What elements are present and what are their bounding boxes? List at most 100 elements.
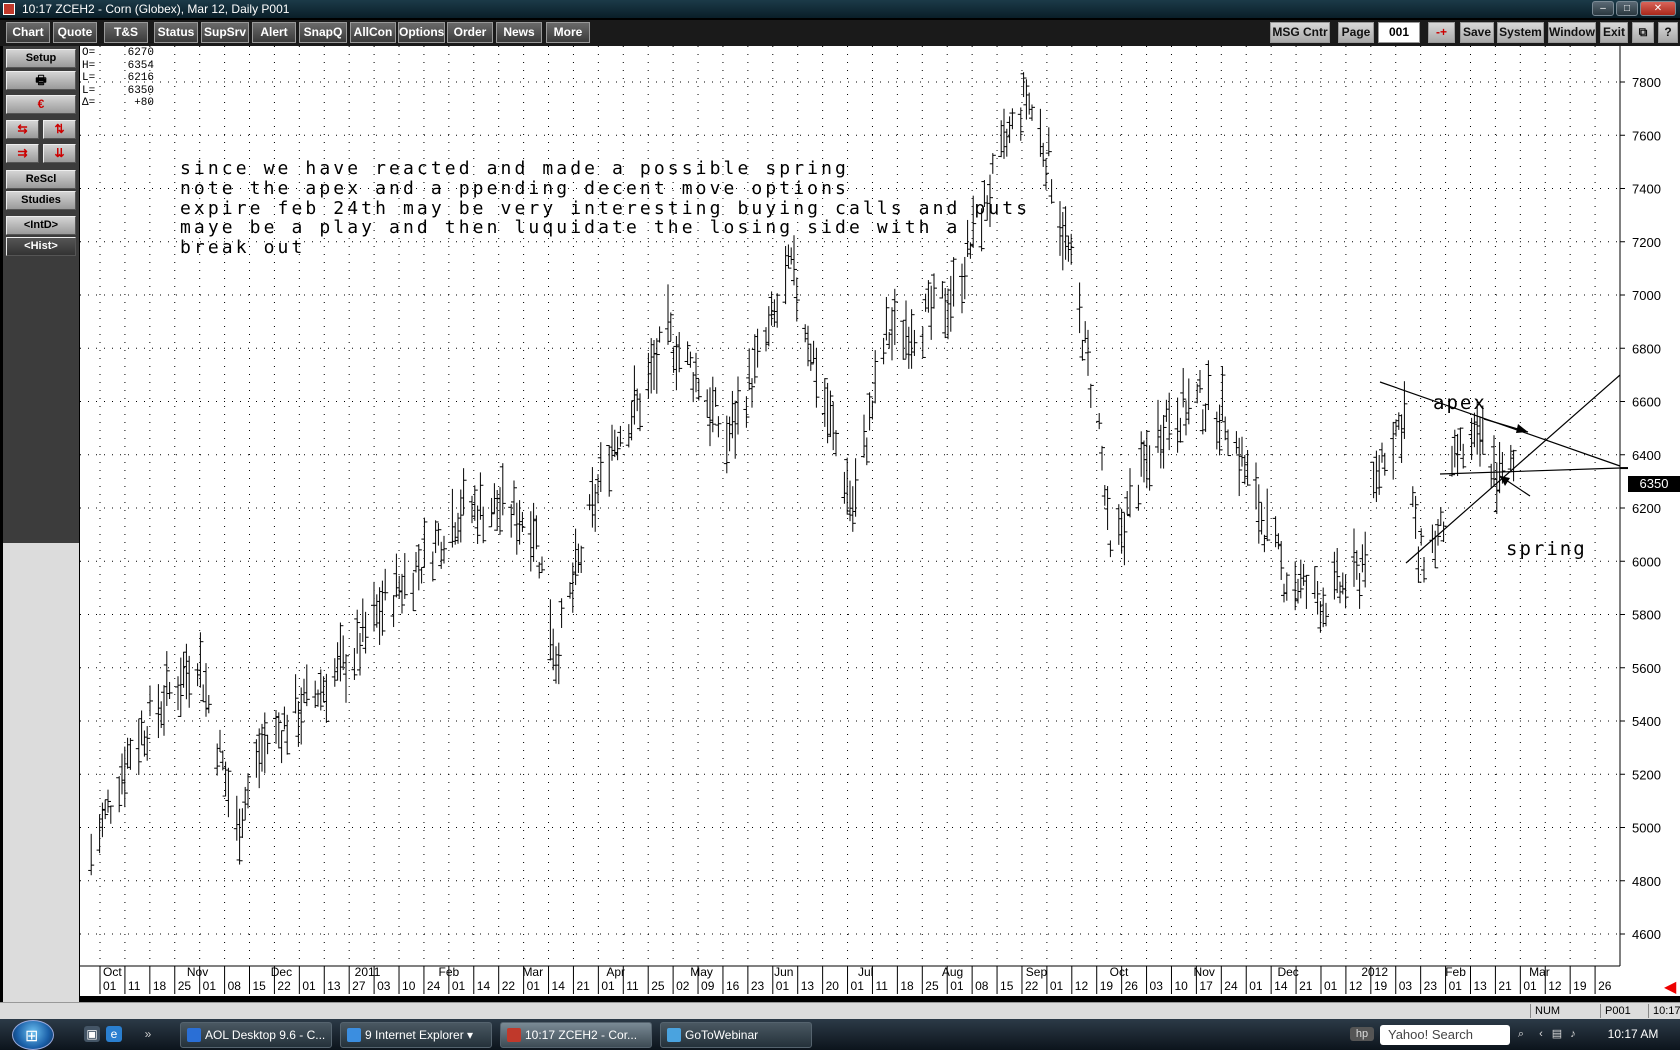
app-icon bbox=[3, 3, 15, 15]
y-tick-label: 4600 bbox=[1632, 927, 1661, 942]
x-day-label: 17 bbox=[1199, 979, 1213, 993]
x-month-label: Apr bbox=[606, 965, 625, 979]
toolbar-system-button[interactable]: System bbox=[1497, 22, 1544, 43]
ohlc-key: O= bbox=[82, 47, 96, 59]
toolbar-snapq-button[interactable]: SnapQ bbox=[299, 22, 347, 43]
x-day-label: 13 bbox=[801, 979, 815, 993]
toolbar-quote-button[interactable]: Quote bbox=[53, 22, 97, 43]
num-lock-indicator: NUM bbox=[1530, 1004, 1575, 1018]
y-tick-label: 5000 bbox=[1632, 821, 1661, 836]
x-day-label: 12 bbox=[1548, 979, 1562, 993]
maximize-button[interactable]: □ bbox=[1616, 1, 1638, 16]
ohlc-row: L= 6216 bbox=[82, 72, 154, 85]
toolbar-order-button[interactable]: Order bbox=[447, 22, 493, 43]
intraday-button[interactable]: <IntD> bbox=[6, 216, 76, 235]
minimize-button[interactable]: – bbox=[1592, 1, 1614, 16]
taskbar-clock[interactable]: 10:17 AM bbox=[1590, 1019, 1676, 1050]
x-day-label: 24 bbox=[427, 979, 441, 993]
ohlc-key: L= bbox=[82, 84, 96, 97]
printer-icon[interactable]: 🖶 bbox=[6, 71, 76, 90]
toolbar-news-button[interactable]: News bbox=[496, 22, 542, 43]
toolbar-supsrv-button[interactable]: SupSrv bbox=[201, 22, 249, 43]
cqg-icon bbox=[507, 1028, 521, 1042]
more-quicklaunch-icon[interactable]: » bbox=[140, 1026, 156, 1042]
studies-button[interactable]: Studies bbox=[6, 191, 76, 210]
x-day-label: 16 bbox=[726, 979, 740, 993]
toolbar-status-button[interactable]: Status bbox=[154, 22, 198, 43]
x-month-label: Jun bbox=[774, 965, 793, 979]
x-day-label: 25 bbox=[925, 979, 939, 993]
x-month-label: Feb bbox=[1445, 965, 1466, 979]
task-internet-explorer[interactable]: 9 Internet Explorer ▾ bbox=[340, 1022, 492, 1048]
x-day-label: 14 bbox=[552, 979, 566, 993]
msg-center-button[interactable]: MSG Cntr bbox=[1270, 22, 1330, 43]
x-day-label: 19 bbox=[1374, 979, 1388, 993]
setup-button[interactable]: Setup bbox=[6, 49, 76, 68]
windows-orb-icon[interactable]: ⊞ bbox=[12, 1020, 54, 1050]
toolbar-alert-button[interactable]: Alert bbox=[252, 22, 296, 43]
tray-expand-icon[interactable]: ‹ bbox=[1534, 1027, 1548, 1041]
x-day-label: 13 bbox=[1473, 979, 1487, 993]
x-day-label: 01 bbox=[527, 979, 541, 993]
eraser-icon[interactable]: € bbox=[6, 95, 76, 114]
y-tick-label: 5400 bbox=[1632, 714, 1661, 729]
x-day-label: 03 bbox=[377, 979, 391, 993]
ohlc-value: 6350 bbox=[127, 84, 154, 97]
x-month-label: May bbox=[690, 965, 713, 979]
toolbar-allcon-button[interactable]: AllCon bbox=[350, 22, 396, 43]
search-icon[interactable]: ⌕ bbox=[1514, 1027, 1528, 1041]
ohlc-value: 6216 bbox=[127, 72, 154, 84]
x-day-label: 01 bbox=[1523, 979, 1537, 993]
hp-icon[interactable]: hp bbox=[1350, 1027, 1374, 1041]
ie-icon bbox=[347, 1028, 361, 1042]
show-desktop-icon[interactable]: ▣ bbox=[84, 1026, 100, 1042]
x-day-label: 01 bbox=[203, 979, 217, 993]
y-tick-label: 4800 bbox=[1632, 874, 1661, 889]
x-day-label: 21 bbox=[1498, 979, 1512, 993]
help-button[interactable]: ? bbox=[1658, 22, 1678, 43]
ie-quicklaunch-icon[interactable]: e bbox=[106, 1026, 122, 1042]
swap-vertical-icon[interactable]: ⇅ bbox=[43, 120, 76, 139]
task-aol-desktop[interactable]: AOL Desktop 9.6 - C... bbox=[180, 1022, 332, 1048]
x-day-label: 02 bbox=[676, 979, 690, 993]
compress-horizontal-icon[interactable]: ⇉ bbox=[6, 144, 39, 163]
toolbar-chart-button[interactable]: Chart bbox=[6, 22, 50, 43]
x-day-label: 15 bbox=[1000, 979, 1014, 993]
toolbar-more-button[interactable]: More bbox=[546, 22, 590, 43]
toolbar-exit-button[interactable]: Exit bbox=[1600, 22, 1628, 43]
x-month-label: Aug bbox=[942, 965, 963, 979]
x-month-label: Mar bbox=[522, 965, 543, 979]
status-time: 10:17 bbox=[1648, 1004, 1680, 1018]
compress-vertical-icon[interactable]: ⇊ bbox=[43, 144, 76, 163]
y-tick-label: 6600 bbox=[1632, 395, 1661, 410]
network-icon[interactable]: ▤ bbox=[1550, 1027, 1564, 1041]
x-month-label: 2011 bbox=[355, 965, 381, 979]
aol-icon bbox=[187, 1028, 201, 1042]
toolbar-save-button[interactable]: Save bbox=[1460, 22, 1494, 43]
status-page: P001 bbox=[1600, 1004, 1650, 1018]
history-button[interactable]: <Hist> bbox=[6, 237, 76, 256]
volume-icon[interactable]: ♪ bbox=[1566, 1027, 1580, 1041]
toolbar-options-button[interactable]: Options bbox=[398, 22, 445, 43]
x-day-label: 26 bbox=[1598, 979, 1612, 993]
page-nav-button[interactable]: -+ bbox=[1428, 22, 1455, 43]
page-number-input[interactable]: 001 bbox=[1378, 22, 1420, 43]
task-cqg-chart[interactable]: 10:17 ZCEH2 - Cor... bbox=[500, 1022, 652, 1048]
ohlc-row: Δ= +80 bbox=[82, 97, 154, 110]
x-month-label: Nov bbox=[187, 965, 208, 979]
yahoo-search-input[interactable]: Yahoo! Search bbox=[1380, 1025, 1510, 1045]
x-month-label: Oct bbox=[1110, 965, 1129, 979]
x-day-label: 01 bbox=[302, 979, 316, 993]
toolbar-ts-button[interactable]: T&S bbox=[104, 22, 148, 43]
x-day-label: 23 bbox=[751, 979, 765, 993]
task-gotowebinar[interactable]: GoToWebinar bbox=[660, 1022, 812, 1048]
swap-horizontal-icon[interactable]: ⇆ bbox=[6, 120, 39, 139]
ohlc-row: L= 6350 bbox=[82, 85, 154, 98]
restore-icon[interactable]: ⧉ bbox=[1632, 22, 1654, 43]
toolbar-window-button[interactable]: Window bbox=[1548, 22, 1596, 43]
x-month-label: Feb bbox=[439, 965, 460, 979]
close-button[interactable]: ✕ bbox=[1640, 1, 1676, 16]
scroll-arrow-icon[interactable]: ◀ bbox=[1664, 977, 1676, 997]
y-tick-label: 6000 bbox=[1632, 554, 1661, 569]
rescale-button[interactable]: ReScl bbox=[6, 170, 76, 189]
